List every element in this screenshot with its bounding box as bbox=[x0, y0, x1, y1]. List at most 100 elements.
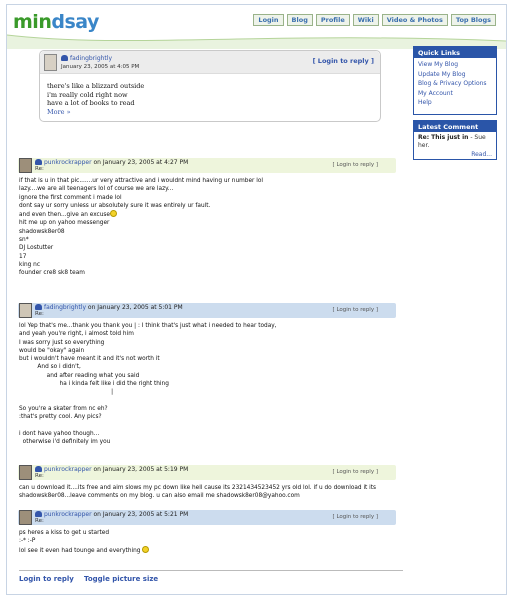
parent-entry-body: there's like a blizzard outside i'm real… bbox=[47, 82, 144, 116]
comment-line: 17 bbox=[19, 253, 27, 260]
comment-line: hit me up on yahoo messenger bbox=[19, 220, 110, 227]
comment-line: And so i didn't, bbox=[19, 364, 81, 371]
comment-line: lazy....we are all teenagers lol of cour… bbox=[19, 186, 174, 193]
toggle-picture-size-link[interactable]: Toggle picture size bbox=[84, 575, 158, 583]
comment-line: would be "okay" again bbox=[19, 347, 85, 354]
comment-line: i dont have yahoo though... bbox=[19, 430, 100, 437]
comment-line: :-* :-P bbox=[19, 538, 36, 545]
comment-body: lol Yep that's me...thank you thank you … bbox=[19, 322, 277, 446]
comment-date: on January 23, 2005 at 5:01 PM bbox=[87, 304, 183, 311]
comment-line: ha i kinda felt like i did the right thi… bbox=[19, 381, 169, 388]
nav-video-photos[interactable]: Video & Photos bbox=[381, 14, 448, 26]
comment-line: shadowsk8er08...leave comments on my blo… bbox=[19, 493, 300, 500]
comment-line: DJ Lostutter bbox=[19, 245, 54, 252]
comment-line: founder cre8 sk8 team bbox=[19, 270, 85, 277]
avatar[interactable] bbox=[19, 303, 32, 318]
comment-line: lol Yep that's me...thank you thank you … bbox=[19, 323, 277, 329]
bottom-divider bbox=[19, 570, 403, 571]
parent-entry: fadingbrightly January 23, 2005 at 4:05 … bbox=[39, 50, 381, 122]
comment-line: king nc bbox=[19, 261, 41, 268]
user-icon bbox=[35, 304, 42, 310]
quick-link-help[interactable]: Help bbox=[414, 98, 496, 108]
comment-line: :that's pretty cool. Any pics? bbox=[19, 414, 102, 421]
comment-re: Re: bbox=[35, 518, 44, 524]
parent-date: January 23, 2005 at 4:05 PM bbox=[61, 64, 140, 70]
comment-line: if that is u in that pic.......ur very a… bbox=[19, 178, 264, 184]
top-navigation: Login Blog Profile Wiki Video & Photos T… bbox=[253, 14, 496, 26]
latest-comment-panel: Latest Comment Re: This just in - Sue he… bbox=[413, 120, 497, 160]
nav-blog[interactable]: Blog bbox=[286, 14, 313, 26]
avatar[interactable] bbox=[19, 158, 32, 173]
comment-header: punkrockrapper on January 23, 2005 at 4:… bbox=[18, 158, 396, 173]
quick-link-view-blog[interactable]: View My Blog bbox=[414, 58, 496, 70]
user-icon bbox=[35, 511, 42, 517]
comment-line: shadowsk8er08 bbox=[19, 228, 65, 235]
comment-line: and after reading what you said bbox=[19, 372, 140, 379]
user-icon bbox=[35, 159, 42, 165]
comment-line: and yeah you're right, i almost told him bbox=[19, 331, 134, 338]
comment-body: if that is u in that pic.......ur very a… bbox=[19, 177, 263, 278]
comment-line: but i wouldn't have meant it and it's no… bbox=[19, 356, 160, 363]
comment-header: fadingbrightly on January 23, 2005 at 5:… bbox=[18, 303, 396, 318]
avatar[interactable] bbox=[19, 510, 32, 525]
quick-link-update-blog[interactable]: Update My Blog bbox=[414, 70, 496, 80]
comment-username[interactable]: punkrockrapper bbox=[44, 511, 92, 518]
comment-line: | bbox=[19, 389, 114, 396]
logo-part-n: n bbox=[38, 11, 52, 33]
comment-line: and even then...give an excuse bbox=[19, 210, 263, 219]
site-logo[interactable]: mindsay bbox=[13, 11, 99, 33]
comment-login-to-reply[interactable]: [ Login to reply ] bbox=[333, 514, 378, 520]
user-icon bbox=[35, 466, 42, 472]
comment-line: ​ bbox=[19, 397, 277, 405]
parent-username[interactable]: fadingbrightly bbox=[70, 55, 112, 62]
comment-line: ignore the first comment i made lol bbox=[19, 194, 122, 201]
avatar[interactable] bbox=[19, 465, 32, 480]
comment-username[interactable]: punkrockrapper bbox=[44, 159, 92, 166]
comment-login-to-reply[interactable]: [ Login to reply ] bbox=[333, 469, 378, 475]
comment-line: I was sorry just so everything bbox=[19, 339, 105, 346]
smiley-icon bbox=[142, 545, 150, 553]
comment-date: on January 23, 2005 at 5:19 PM bbox=[93, 466, 189, 473]
comment-username[interactable]: punkrockrapper bbox=[44, 466, 92, 473]
user-icon bbox=[61, 55, 68, 61]
comment-line: otherwise i'd definitely im you bbox=[19, 439, 111, 446]
latest-comment-title: Latest Comment bbox=[414, 121, 496, 132]
comment-line: ​ bbox=[19, 422, 277, 430]
entry-line: i'm really cold right now bbox=[47, 90, 128, 99]
parent-entry-header: fadingbrightly January 23, 2005 at 4:05 … bbox=[40, 51, 380, 74]
entry-line: there's like a blizzard outside bbox=[47, 82, 145, 90]
comment-line: lol see it even had tounge and everythin… bbox=[19, 545, 150, 555]
quick-link-privacy-options[interactable]: Blog & Privacy Options bbox=[414, 79, 496, 89]
avatar[interactable] bbox=[44, 54, 57, 71]
quick-links-title: Quick Links bbox=[414, 47, 496, 58]
nav-wiki[interactable]: Wiki bbox=[352, 14, 379, 26]
comment-line: ps heres a kiss to get u started bbox=[19, 530, 110, 536]
comment-line: sn* bbox=[19, 237, 29, 244]
nav-login[interactable]: Login bbox=[253, 14, 284, 26]
login-to-reply-link[interactable]: Login to reply bbox=[19, 575, 74, 583]
comment-login-to-reply[interactable]: [ Login to reply ] bbox=[333, 307, 378, 313]
parent-login-to-reply[interactable]: [ Login to reply ] bbox=[313, 57, 374, 65]
comment-line: So you're a skater from nc eh? bbox=[19, 405, 108, 412]
comment-username[interactable]: fadingbrightly bbox=[44, 304, 86, 311]
nav-top-blogs[interactable]: Top Blogs bbox=[450, 14, 496, 26]
more-link[interactable]: More » bbox=[47, 108, 144, 117]
comment-login-to-reply[interactable]: [ Login to reply ] bbox=[333, 162, 378, 168]
logo-part-dsay: dsay bbox=[51, 11, 99, 33]
entry-line: have a lot of books to read bbox=[47, 99, 135, 107]
quick-links-panel: Quick Links View My Blog Update My Blog … bbox=[413, 46, 497, 115]
latest-comment-link[interactable]: Re: This just in bbox=[418, 134, 468, 141]
nav-profile[interactable]: Profile bbox=[315, 14, 350, 26]
comment-header: punkrockrapper on January 23, 2005 at 5:… bbox=[18, 465, 396, 480]
comment-date: on January 23, 2005 at 4:27 PM bbox=[93, 159, 189, 166]
comment-date: on January 23, 2005 at 5:21 PM bbox=[93, 511, 189, 518]
comment-re: Re: bbox=[35, 166, 44, 172]
comment-line: can u download it....its free and aim sl… bbox=[19, 485, 377, 491]
quick-link-my-account[interactable]: My Account bbox=[414, 89, 496, 99]
comment-re: Re: bbox=[35, 473, 44, 479]
latest-comment-read-link[interactable]: Read... bbox=[414, 151, 496, 160]
page-frame: mindsay Login Blog Profile Wiki Video & … bbox=[6, 4, 507, 595]
logo-part-mi: mi bbox=[13, 11, 39, 33]
comment-body: ps heres a kiss to get u started :-* :-P l… bbox=[19, 529, 150, 555]
comment-body: can u download it....its free and aim sl… bbox=[19, 484, 376, 501]
